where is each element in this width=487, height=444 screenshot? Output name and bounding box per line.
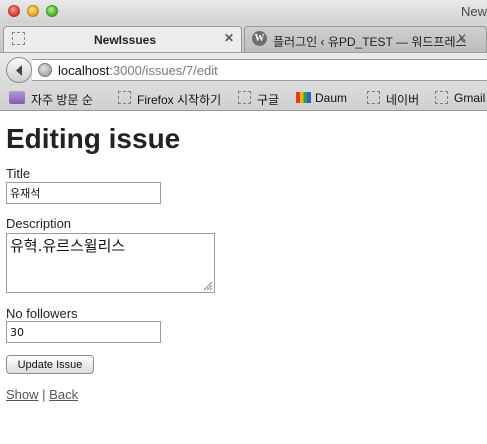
bookmark-label: 구글 [257,93,280,107]
url-text: localhost:3000/issues/7/edit [58,63,218,78]
description-label: Description [6,216,72,231]
back-link[interactable]: Back [49,387,78,402]
window-minimize-button[interactable] [27,5,39,17]
back-arrow-icon [16,65,22,76]
link-separator: | [42,387,46,402]
address-bar[interactable]: localhost:3000/issues/7/edit [32,59,487,81]
followers-label: No followers [6,306,78,321]
window-title: New [460,4,487,19]
bookmarks-bar: 자주 방문 순 Firefox 시작하기 구글 Daum 네이버 Gmail [0,86,487,111]
tab-newissues[interactable]: NewIssues ✕ [3,26,242,52]
tab-label: NewIssues [94,33,157,47]
tab-strip: NewIssues ✕ W 플러그인 ‹ 유PD_TEST — 워드프레스 ✕ [0,23,487,53]
url-host: localhost [58,63,110,78]
window-close-button[interactable] [8,5,20,17]
bookmark-label: 자주 방문 순 [31,93,93,107]
bookmark-label: Firefox 시작하기 [137,93,222,107]
window-zoom-button[interactable] [46,5,58,17]
page-title: Editing issue [6,123,181,154]
navigation-bar: localhost:3000/issues/7/edit [0,53,487,86]
footer-links: Show | Back [6,387,78,402]
back-button[interactable] [6,57,32,83]
most-visited-icon [9,91,25,104]
tab-close-icon[interactable]: ✕ [224,31,234,45]
daum-icon [296,92,311,103]
update-issue-button[interactable]: Update Issue [6,355,94,374]
resize-grip-icon[interactable] [203,281,213,291]
tab-close-icon[interactable]: ✕ [457,31,467,45]
title-label: Title [6,166,31,181]
blank-page-icon [435,91,448,104]
bookmark-label: Daum [315,91,348,105]
blank-page-icon [118,91,131,104]
url-path: :3000/issues/7/edit [109,63,218,78]
description-textarea[interactable]: 유혁.유르스윌리스 [6,233,215,293]
blank-page-icon [12,32,25,45]
tab-label: 플러그인 ‹ 유PD_TEST — 워드프레스 [273,35,467,49]
tab-plugins[interactable]: W 플러그인 ‹ 유PD_TEST — 워드프레스 ✕ [244,26,487,52]
followers-input[interactable] [6,321,161,343]
blank-page-icon [367,91,380,104]
page-content: Editing issue Title Description 유혁.유르스윌리… [0,111,487,444]
wordpress-icon: W [252,31,267,46]
title-input[interactable] [6,182,161,204]
globe-icon [38,63,52,77]
bookmark-label: 네이버 [386,93,420,107]
show-link[interactable]: Show [6,387,39,402]
blank-page-icon [238,91,251,104]
bookmark-label: Gmail [454,91,486,105]
window-titlebar: New [0,0,487,23]
